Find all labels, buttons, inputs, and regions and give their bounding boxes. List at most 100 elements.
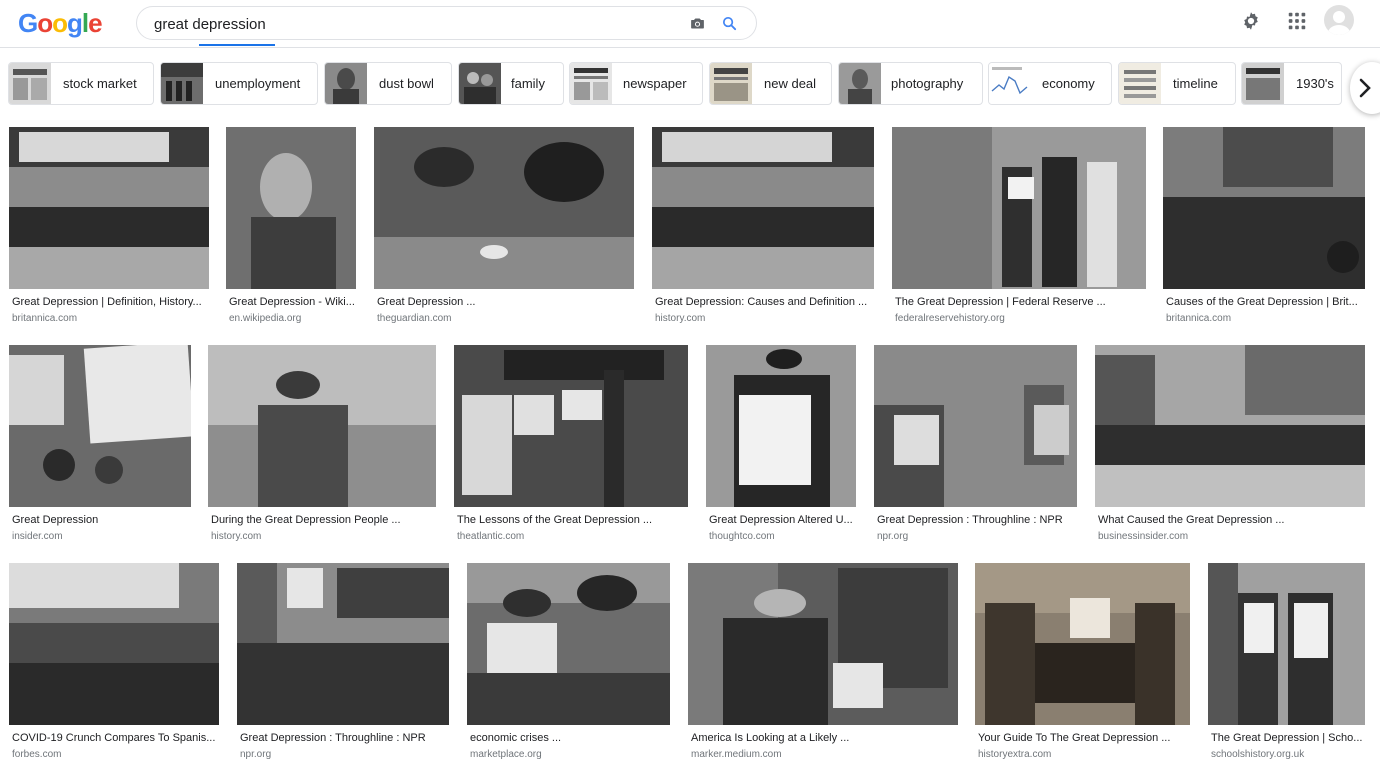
chip-newspaper[interactable]: newspaper — [569, 62, 703, 105]
result-image[interactable] — [1208, 563, 1365, 725]
chip-1930s[interactable]: 1930's — [1241, 62, 1342, 105]
chip-economy[interactable]: economy — [988, 62, 1112, 105]
result-title[interactable]: Great Depression - Wiki... — [229, 296, 355, 308]
result-title[interactable]: Great Depression ... — [377, 296, 633, 308]
image-result[interactable]: Great Depression : Throughline : NPR npr… — [874, 345, 1077, 545]
header: Google great depression — [0, 0, 1380, 48]
result-image[interactable] — [706, 345, 856, 507]
result-image[interactable] — [688, 563, 958, 725]
search-box[interactable]: great depression — [136, 6, 757, 40]
chip-label: 1930's — [1296, 76, 1334, 91]
chip-new-deal[interactable]: new deal — [709, 62, 832, 105]
image-result[interactable]: The Lessons of the Great Depression ... … — [454, 345, 688, 545]
apps-grid-icon[interactable] — [1286, 10, 1308, 32]
image-result[interactable]: Great Depression - Wiki... en.wikipedia.… — [226, 127, 356, 327]
result-image[interactable] — [975, 563, 1190, 725]
gear-icon[interactable] — [1240, 10, 1262, 32]
result-title[interactable]: Causes of the Great Depression | Brit... — [1166, 296, 1364, 308]
logo-letter: o — [52, 8, 68, 38]
active-tab-indicator — [199, 44, 275, 46]
result-title[interactable]: Great Depression — [12, 514, 190, 526]
result-domain: britannica.com — [1166, 313, 1232, 324]
result-image[interactable] — [9, 345, 191, 507]
image-result[interactable]: COVID-19 Crunch Compares To Spanis... fo… — [9, 563, 219, 763]
result-title[interactable]: The Great Depression | Federal Reserve .… — [895, 296, 1145, 308]
image-result[interactable]: Great Depression Altered U... thoughtco.… — [706, 345, 856, 545]
chip-dust-bowl[interactable]: dust bowl — [324, 62, 452, 105]
result-domain: theatlantic.com — [457, 531, 525, 542]
result-title[interactable]: Your Guide To The Great Depression ... — [978, 732, 1189, 744]
result-domain: forbes.com — [12, 749, 62, 760]
chip-unemployment[interactable]: unemployment — [160, 62, 318, 105]
chip-thumbnail — [9, 63, 51, 104]
result-title[interactable]: Great Depression: Causes and Definition … — [655, 296, 873, 308]
search-input[interactable]: great depression — [154, 16, 266, 33]
result-title[interactable]: economic crises ... — [470, 732, 669, 744]
chip-label: timeline — [1173, 76, 1218, 91]
result-image[interactable] — [874, 345, 1077, 507]
result-title[interactable]: What Caused the Great Depression ... — [1098, 514, 1364, 526]
image-result[interactable]: Great Depression : Throughline : NPR npr… — [237, 563, 449, 763]
image-result[interactable]: economic crises ... marketplace.org — [467, 563, 670, 763]
logo-letter: g — [67, 8, 83, 38]
result-title[interactable]: Great Depression Altered U... — [709, 514, 855, 526]
image-result[interactable]: Causes of the Great Depression | Brit...… — [1163, 127, 1365, 327]
image-result[interactable]: What Caused the Great Depression ... bus… — [1095, 345, 1365, 545]
result-image[interactable] — [208, 345, 436, 507]
chip-thumbnail — [161, 63, 203, 104]
result-domain: marker.medium.com — [691, 749, 782, 760]
search-icon[interactable] — [721, 15, 738, 32]
google-logo[interactable]: Google — [18, 8, 103, 39]
image-result[interactable]: Great Depression | Definition, History..… — [9, 127, 209, 327]
result-image[interactable] — [892, 127, 1146, 289]
chip-family[interactable]: family — [458, 62, 564, 105]
account-avatar[interactable] — [1324, 5, 1354, 35]
image-result[interactable]: The Great Depression | Scho... schoolshi… — [1208, 563, 1365, 763]
chip-stock-market[interactable]: stock market — [8, 62, 154, 105]
result-image[interactable] — [226, 127, 356, 289]
logo-letter: e — [88, 8, 103, 38]
chip-timeline[interactable]: timeline — [1118, 62, 1236, 105]
image-result[interactable]: Great Depression: Causes and Definition … — [652, 127, 874, 327]
result-title[interactable]: The Great Depression | Scho... — [1211, 732, 1364, 744]
result-image[interactable] — [467, 563, 670, 725]
result-image[interactable] — [9, 563, 219, 725]
result-image[interactable] — [9, 127, 209, 289]
image-result[interactable]: Great Depression insider.com — [9, 345, 191, 545]
result-title[interactable]: Great Depression : Throughline : NPR — [240, 732, 448, 744]
image-result[interactable]: During the Great Depression People ... h… — [208, 345, 436, 545]
image-result[interactable]: Your Guide To The Great Depression ... h… — [975, 563, 1190, 763]
result-title[interactable]: COVID-19 Crunch Compares To Spanis... — [12, 732, 218, 744]
image-result[interactable]: The Great Depression | Federal Reserve .… — [892, 127, 1146, 327]
result-domain: britannica.com — [12, 313, 78, 324]
chip-label: newspaper — [623, 76, 687, 91]
chip-thumbnail — [839, 63, 881, 104]
chips-next-button[interactable] — [1350, 62, 1380, 114]
result-domain: en.wikipedia.org — [229, 313, 302, 324]
result-domain: npr.org — [877, 531, 909, 542]
chip-photography[interactable]: photography — [838, 62, 983, 105]
result-domain: theguardian.com — [377, 313, 452, 324]
result-domain: history.com — [211, 531, 262, 542]
result-title[interactable]: America Is Looking at a Likely ... — [691, 732, 957, 744]
image-result[interactable]: Great Depression ... theguardian.com — [374, 127, 634, 327]
chip-thumbnail — [1119, 63, 1161, 104]
result-title[interactable]: During the Great Depression People ... — [211, 514, 435, 526]
chip-label: family — [511, 76, 545, 91]
result-image[interactable] — [374, 127, 634, 289]
result-image[interactable] — [454, 345, 688, 507]
result-domain: marketplace.org — [470, 749, 542, 760]
image-result[interactable]: America Is Looking at a Likely ... marke… — [688, 563, 958, 763]
result-image[interactable] — [652, 127, 874, 289]
result-image[interactable] — [237, 563, 449, 725]
result-domain: insider.com — [12, 531, 63, 542]
result-title[interactable]: Great Depression | Definition, History..… — [12, 296, 208, 308]
chip-thumbnail — [1242, 63, 1284, 104]
result-domain: history.com — [655, 313, 706, 324]
chip-label: photography — [891, 76, 964, 91]
camera-icon[interactable] — [689, 15, 706, 32]
result-title[interactable]: Great Depression : Throughline : NPR — [877, 514, 1076, 526]
result-image[interactable] — [1095, 345, 1365, 507]
result-title[interactable]: The Lessons of the Great Depression ... — [457, 514, 687, 526]
result-image[interactable] — [1163, 127, 1365, 289]
